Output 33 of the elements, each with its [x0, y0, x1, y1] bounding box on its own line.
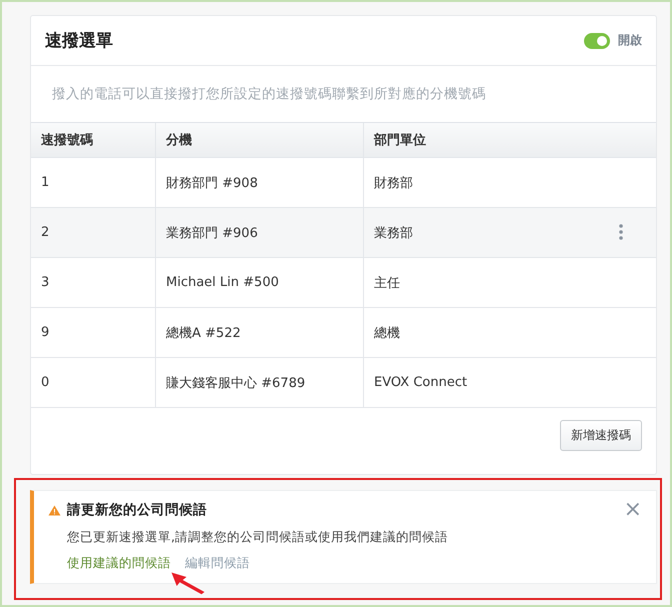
table-cell-text: 主任 [374, 274, 400, 292]
table-cell: 1 [41, 175, 50, 190]
card-title: 速撥選單 [45, 30, 113, 52]
alert-title: 請更新您的公司問候語 [67, 501, 207, 519]
table-row[interactable]: 0 賺大錢客服中心 #6789 EVOX Connect [31, 358, 656, 408]
table-cell: EVOX Connect [374, 375, 468, 390]
column-header: 分機 [156, 123, 364, 157]
table-cell: 3 [41, 275, 50, 290]
table-cell-text: 賺大錢客服中心 #6789 [166, 374, 306, 392]
table-cell-text: 財務部門 #908 [166, 174, 258, 192]
table-cell-text: 業務部 [374, 224, 413, 242]
add-speed-dial-button[interactable]: 新增速撥碼 [560, 420, 642, 451]
more-options-icon[interactable] [619, 224, 623, 240]
table-row[interactable]: 3 Michael Lin #500 主任 [31, 258, 656, 308]
table-cell: Michael Lin #500 [166, 275, 279, 290]
warning-icon [48, 504, 61, 516]
table-cell-text: 業務部門 #906 [166, 224, 258, 242]
column-header: 部門單位 [372, 132, 427, 150]
table-cell: 0 [41, 375, 50, 390]
column-header: 速撥號碼 [31, 123, 156, 157]
table-cell: 9 [41, 325, 50, 340]
alert-message: 您已更新速撥選單,請調整您的公司問候語或使用我們建議的問候語 [67, 529, 449, 546]
description-text: 撥入的電話可以直接撥打您所設定的速撥號碼聯繫到所對應的分機號碼 [51, 85, 487, 104]
table-cell-text: 總機A #522 [166, 324, 241, 342]
table-row[interactable]: 2 業務部門 #906 業務部 [31, 208, 656, 258]
table-cell: 2 [41, 225, 50, 240]
alert-link[interactable]: 使用建議的問候語 [67, 555, 171, 572]
table-cell-text: 總機 [374, 324, 400, 342]
annotation-arrow [170, 571, 206, 595]
toggle-switch[interactable] [584, 32, 610, 48]
toggle-label: 開啟 [618, 32, 642, 49]
table-cell-text: 財務部 [374, 174, 413, 192]
table-row[interactable]: 9 總機A #522 總機 [31, 308, 656, 358]
